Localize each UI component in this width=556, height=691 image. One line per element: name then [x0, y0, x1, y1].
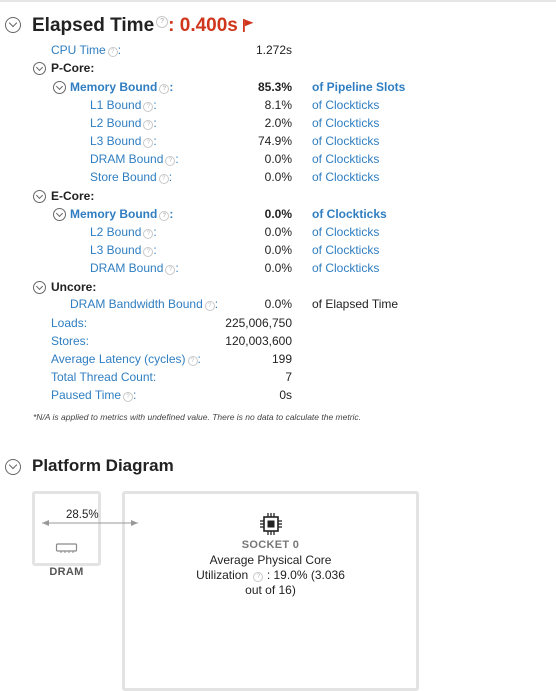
ecore-row-label[interactable]: DRAM Bound?: — [90, 261, 179, 275]
help-icon[interactable]: ? — [156, 16, 169, 28]
dram-label: DRAM — [49, 566, 84, 578]
help-icon[interactable]: ? — [253, 572, 264, 582]
cpu-time-label[interactable]: CPU Time?: — [51, 43, 121, 57]
help-icon[interactable]: ? — [165, 156, 176, 166]
util-line1: Average Physical Core — [209, 553, 332, 567]
pcore-memory-bound-value: 85.3% — [257, 80, 292, 94]
help-icon[interactable]: ? — [143, 229, 154, 239]
collapse-pcore-memory-icon[interactable] — [53, 81, 66, 94]
collapse-platform-icon[interactable] — [5, 459, 21, 475]
thread-count-value: 7 — [285, 370, 292, 384]
dram-bandwidth-bound-unit: of Elapsed Time — [312, 297, 399, 311]
ecore-row-unit[interactable]: of Clockticks — [312, 225, 379, 239]
help-icon[interactable]: ? — [159, 211, 170, 221]
loads-label[interactable]: Loads: — [51, 316, 87, 330]
pcore-row-label[interactable]: L2 Bound?: — [90, 116, 157, 130]
pcore-memory-bound-label[interactable]: Memory Bound?: — [70, 80, 173, 94]
elapsed-sep: : — [168, 15, 175, 36]
ecore-label: E-Core: — [51, 189, 95, 203]
link-arrow — [42, 520, 138, 526]
pcore-row-unit[interactable]: of Clockticks — [312, 98, 379, 112]
pcore-row-value: 0.0% — [264, 152, 292, 166]
stores-label[interactable]: Stores: — [51, 334, 89, 348]
cpu-time-value: 1.272s — [255, 43, 292, 57]
dram-bandwidth-bound-value: 0.0% — [264, 297, 292, 311]
ecore-row-label[interactable]: L2 Bound?: — [90, 225, 157, 239]
dram-box[interactable] — [32, 491, 101, 566]
help-icon[interactable]: ? — [107, 47, 118, 57]
ecore-row-value: 0.0% — [264, 225, 292, 239]
ecore-row-unit[interactable]: of Clockticks — [312, 261, 379, 275]
stores-value: 120,003,600 — [225, 334, 292, 348]
pcore-row-label[interactable]: L1 Bound?: — [90, 98, 157, 112]
help-icon[interactable]: ? — [143, 120, 154, 130]
pcore-row-value: 8.1% — [264, 98, 292, 112]
collapse-pcore-icon[interactable] — [33, 62, 46, 75]
pcore-row-label[interactable]: L3 Bound?: — [90, 134, 157, 148]
pcore-row-value: 0.0% — [264, 170, 292, 184]
pcore-row-value: 74.9% — [257, 134, 292, 148]
help-icon[interactable]: ? — [143, 138, 154, 148]
platform-diagram-title: Platform Diagram — [32, 456, 174, 475]
pcore-label: P-Core: — [51, 61, 95, 75]
flag-icon — [243, 19, 254, 32]
ecore-row-value: 0.0% — [264, 261, 292, 275]
elapsed-time-title: Elapsed Time — [32, 15, 155, 36]
help-icon[interactable]: ? — [123, 392, 134, 402]
paused-time-label[interactable]: Paused Time?: — [51, 388, 136, 402]
collapse-uncore-icon[interactable] — [33, 281, 46, 294]
pcore-row-label[interactable]: Store Bound?: — [90, 170, 172, 184]
help-icon[interactable]: ? — [143, 247, 154, 257]
util-line2: Utilization ? : 19.0% (3.036 — [196, 568, 345, 582]
elapsed-time-value: 0.400s — [179, 15, 238, 36]
ecore-memory-bound-unit[interactable]: of Clockticks — [312, 207, 387, 221]
top-divider — [0, 0, 556, 2]
elapsed-time-header: Elapsed Time?: 0.400s — [32, 15, 254, 37]
pcore-row-unit[interactable]: of Clockticks — [312, 152, 379, 166]
pcore-row-unit[interactable]: of Clockticks — [312, 170, 379, 184]
collapse-ecore-memory-icon[interactable] — [53, 208, 66, 221]
help-icon[interactable]: ? — [165, 265, 176, 275]
collapse-elapsed-icon[interactable] — [5, 17, 21, 33]
help-icon[interactable]: ? — [143, 102, 154, 112]
ecore-row-label[interactable]: L3 Bound?: — [90, 243, 157, 257]
socket-label: SOCKET 0 — [241, 539, 300, 551]
ecore-row-value: 0.0% — [264, 243, 292, 257]
ecore-memory-bound-value: 0.0% — [264, 207, 292, 221]
cpu-icon — [260, 513, 282, 535]
ecore-row-unit[interactable]: of Clockticks — [312, 243, 379, 257]
pcore-row-unit[interactable]: of Clockticks — [312, 116, 379, 130]
collapse-ecore-icon[interactable] — [33, 190, 46, 203]
loads-value: 225,006,750 — [225, 316, 292, 330]
avg-latency-label[interactable]: Average Latency (cycles)?: — [51, 352, 201, 366]
ecore-memory-bound-label[interactable]: Memory Bound?: — [70, 207, 173, 221]
help-icon[interactable]: ? — [158, 174, 169, 184]
thread-count-label[interactable]: Total Thread Count: — [51, 370, 156, 384]
util-line3: out of 16) — [245, 583, 296, 597]
uncore-label: Uncore: — [51, 280, 97, 294]
paused-time-value: 0s — [279, 388, 292, 402]
avg-latency-value: 199 — [271, 352, 292, 366]
pcore-row-unit[interactable]: of Clockticks — [312, 134, 379, 148]
pcore-row-value: 2.0% — [264, 116, 292, 130]
pcore-memory-bound-unit[interactable]: of Pipeline Slots — [312, 80, 405, 94]
help-icon[interactable]: ? — [159, 84, 170, 94]
footnote: *N/A is applied to metrics with undefine… — [33, 412, 362, 422]
pcore-row-label[interactable]: DRAM Bound?: — [90, 152, 179, 166]
memory-icon — [55, 543, 78, 553]
